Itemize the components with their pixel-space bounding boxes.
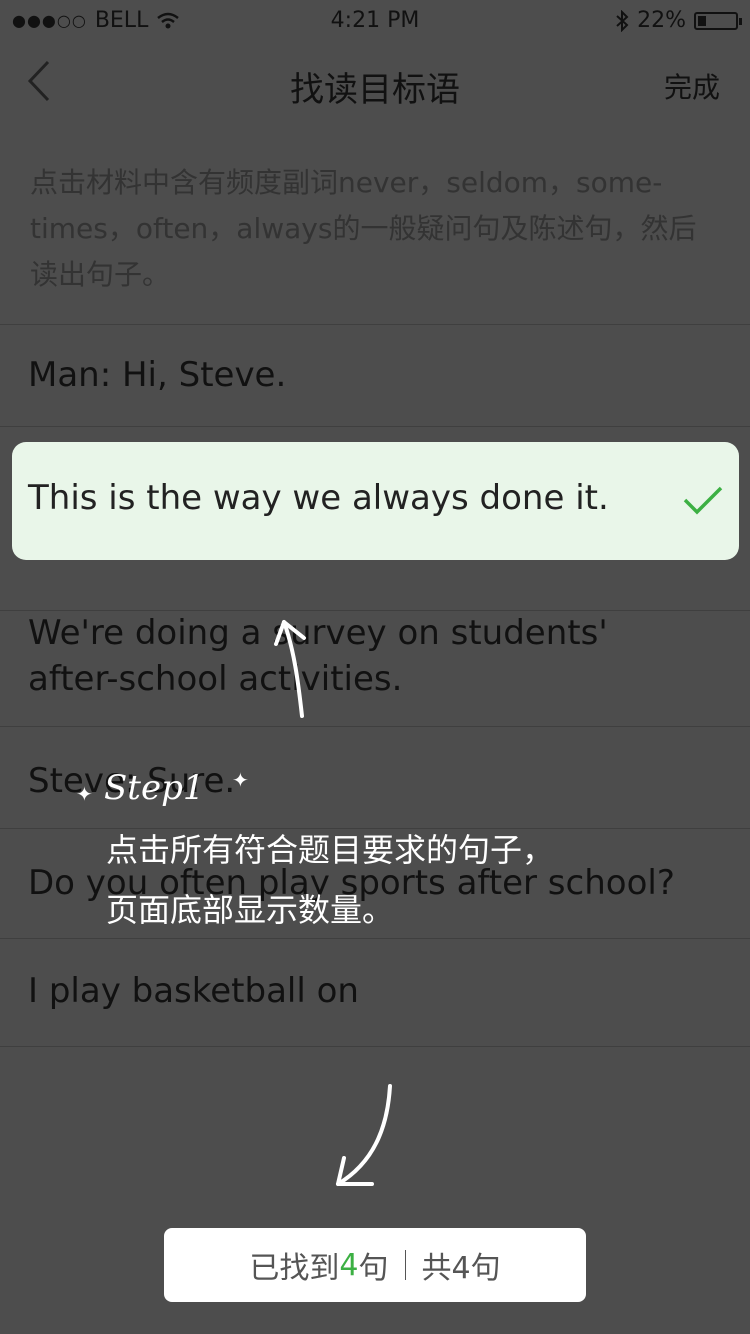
step-label: Step1 — [104, 768, 205, 808]
arrow-up-icon — [274, 620, 306, 718]
sentence-item[interactable]: We're doing a survey on students' after-… — [28, 610, 648, 702]
sparkle-icon: ✦ — [76, 782, 93, 806]
separator — [404, 1250, 406, 1280]
page-title: 找读目标语 — [290, 70, 460, 110]
selected-sentence-card[interactable]: This is the way we always done it. — [12, 442, 739, 560]
status-right: 22% — [615, 8, 742, 33]
battery-icon — [694, 11, 742, 30]
guide-line-1: 点击所有符合题目要求的句子， — [106, 831, 555, 869]
status-bar: ●●●○○ BELL 4:21 PM 22% — [0, 0, 750, 40]
bluetooth-icon — [616, 9, 629, 32]
divider — [0, 324, 750, 325]
nav-bar: 找读目标语 完成 — [0, 40, 750, 128]
divider — [0, 726, 750, 727]
found-count-pill: 已找到 4 句 共4句 — [164, 1228, 586, 1302]
found-suffix: 句 — [358, 1251, 389, 1286]
selected-sentence-text: This is the way we always done it. — [28, 478, 609, 518]
sentence-item[interactable]: Man: Hi, Steve. — [28, 352, 718, 398]
sparkle-icon: ✦ — [232, 768, 249, 792]
done-button[interactable]: 完成 — [664, 66, 720, 106]
sentence-item[interactable]: I play basketball on — [28, 968, 718, 1014]
total-count: 共4句 — [421, 1251, 501, 1286]
found-count: 4 — [339, 1247, 359, 1283]
check-icon — [683, 486, 723, 515]
divider — [0, 1046, 750, 1047]
guide-text: 点击所有符合题目要求的句子， 页面底部显示数量。 — [106, 820, 706, 940]
instruction-text: 点击材料中含有频度副词never，seldom，some-times，often… — [30, 166, 697, 291]
arrow-down-icon — [336, 1084, 392, 1186]
guide-line-2: 页面底部显示数量。 — [106, 891, 395, 929]
divider — [0, 426, 750, 427]
battery-percent: 22% — [637, 8, 686, 33]
found-prefix: 已找到 — [249, 1251, 340, 1286]
